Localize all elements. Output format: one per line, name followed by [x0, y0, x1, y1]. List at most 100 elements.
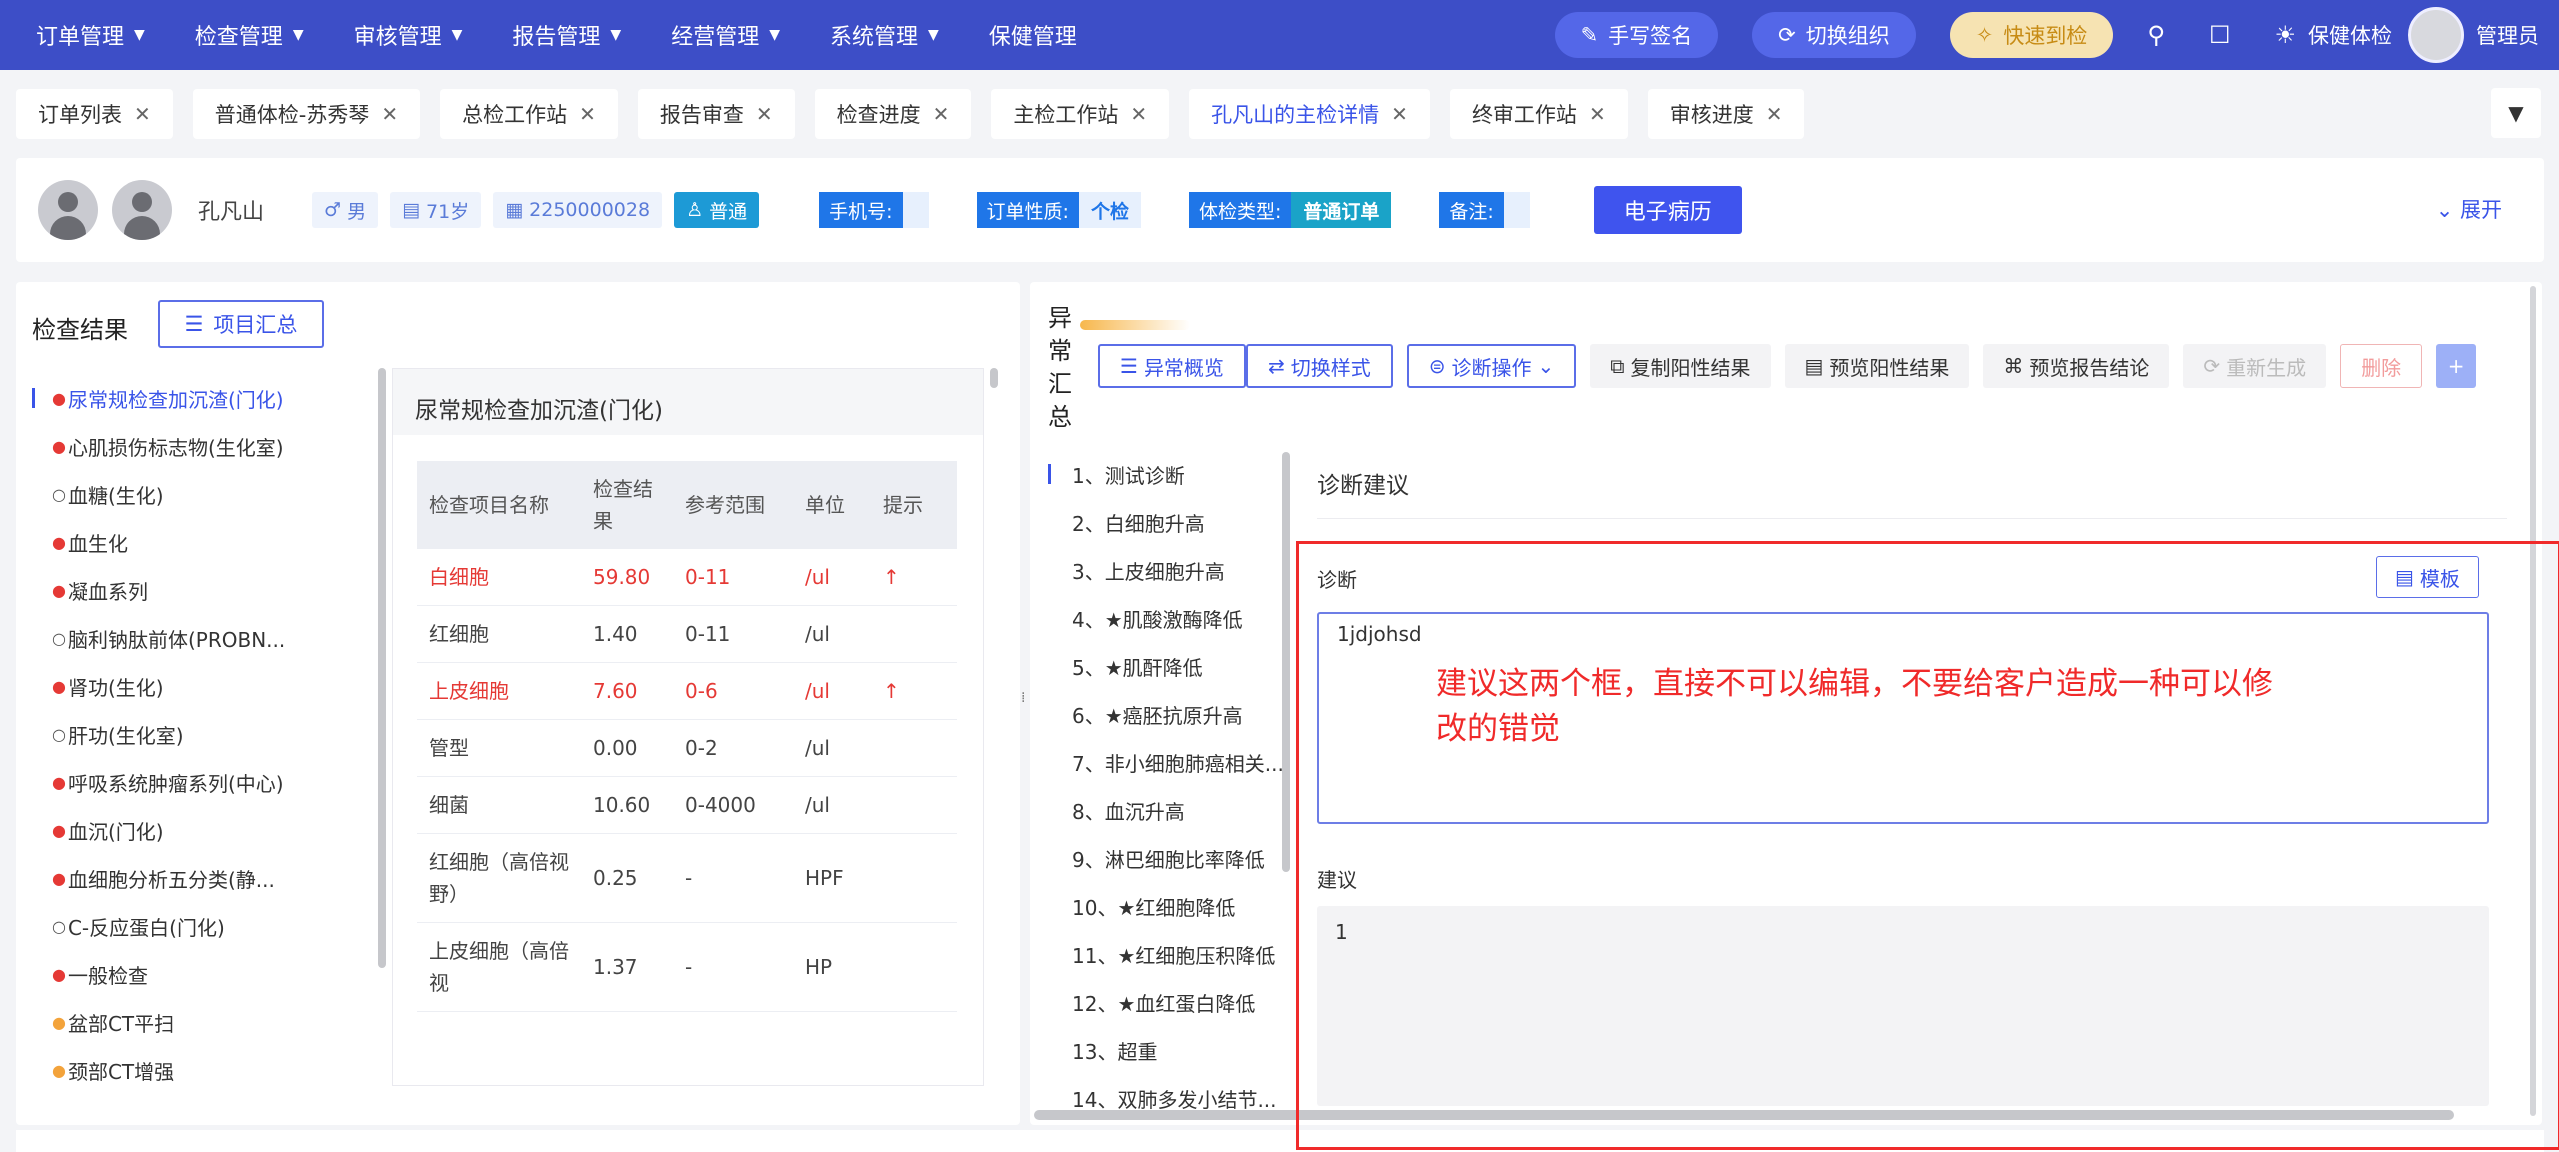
- list-item[interactable]: ● 呼吸系统肿瘤系列(中心): [32, 758, 382, 806]
- menu-exam-management[interactable]: 检查管理 ▼: [195, 19, 304, 51]
- close-icon[interactable]: ✕: [1589, 102, 1606, 126]
- item-result: 7.60: [581, 662, 673, 720]
- close-icon[interactable]: ✕: [1391, 102, 1408, 126]
- list-item[interactable]: ● 心肌损伤标志物(生化室): [32, 422, 382, 470]
- card-scrollbar[interactable]: [990, 368, 998, 388]
- tab-exam-progress[interactable]: 检查进度 ✕: [814, 89, 972, 139]
- preview-positive-button[interactable]: ▤ 预览阳性结果: [1784, 344, 1970, 388]
- list-item[interactable]: ● 盆部CT平扫: [32, 998, 382, 1046]
- lock-icon[interactable]: ☐: [2209, 21, 2231, 49]
- result-table: 检查项目名称 检查结果 参考范围 单位 提示 白细胞 59.80 0-11 /u…: [417, 461, 957, 1012]
- button-label: 异常概览: [1143, 355, 1224, 380]
- tab-order-list[interactable]: 订单列表 ✕: [16, 89, 173, 139]
- close-icon[interactable]: ✕: [756, 102, 773, 126]
- copy-icon: ⧉: [1610, 354, 1625, 378]
- list-item[interactable]: 13、超重: [1048, 1026, 1298, 1074]
- list-item[interactable]: 4、★肌酸激酶降低: [1048, 594, 1298, 642]
- menu-report-management[interactable]: 报告管理 ▼: [512, 19, 621, 51]
- menu-business-management[interactable]: 经营管理 ▼: [671, 19, 780, 51]
- patient-info-bar: 孔凡山 ♂ 男 ▤ 71岁 ▦ 2250000028 ♙ 普通 手机号: 订单性质: 个检…: [16, 158, 2544, 262]
- tabs-more-button[interactable]: ▼: [2491, 88, 2541, 138]
- menu-label: 保健管理: [988, 25, 1077, 50]
- list-item[interactable]: ● 一般检查: [32, 950, 382, 998]
- quick-checkin-button[interactable]: ✧ 快速到检: [1949, 12, 2114, 58]
- close-icon[interactable]: ✕: [579, 102, 596, 126]
- list-item[interactable]: 9、淋巴细胞比率降低: [1048, 834, 1298, 882]
- close-icon[interactable]: ✕: [381, 102, 398, 126]
- avatar[interactable]: [2408, 7, 2464, 63]
- diagnosis-list-scrollbar[interactable]: [1282, 452, 1290, 872]
- menu-system-management[interactable]: 系统管理 ▼: [830, 19, 939, 51]
- list-item[interactable]: ● 凝血系列: [32, 566, 382, 614]
- expand-button[interactable]: ⌄ 展开: [2436, 194, 2502, 224]
- user-name[interactable]: 管理员: [2476, 20, 2539, 50]
- tab-main-detail[interactable]: 孔凡山的主检详情 ✕: [1189, 89, 1430, 139]
- list-item[interactable]: ● 尿常规检查加沉渣(门化): [32, 374, 382, 422]
- table-row: 管型 0.00 0-2 /ul: [417, 719, 957, 777]
- list-item[interactable]: 6、★癌胚抗原升高: [1048, 690, 1298, 738]
- list-item[interactable]: ○ C-反应蛋白(门化): [32, 902, 382, 950]
- item-flag: [871, 605, 957, 663]
- close-icon[interactable]: ✕: [134, 102, 151, 126]
- list-scrollbar[interactable]: [378, 368, 386, 968]
- signature-button[interactable]: ✎ 手写签名: [1554, 12, 1719, 58]
- abnormal-overview-button[interactable]: ☰ 异常概览: [1098, 344, 1246, 388]
- theme-icon[interactable]: ☀: [2274, 21, 2296, 49]
- list-item[interactable]: 11、★红细胞压积降低: [1048, 930, 1298, 978]
- chevron-down-icon: ▼: [610, 27, 622, 43]
- list-item[interactable]: ● 颈部CT增强: [32, 1046, 382, 1094]
- tab-report-review[interactable]: 报告审查 ✕: [637, 89, 795, 139]
- status-dot-icon: ●: [52, 532, 66, 552]
- list-item[interactable]: 1、测试诊断: [1048, 450, 1298, 498]
- list-item[interactable]: 10、★红细胞降低: [1048, 882, 1298, 930]
- item-label: 血细胞分析五分类(静...: [67, 867, 275, 892]
- item-range: 0-2: [673, 719, 793, 777]
- menu-review-management[interactable]: 审核管理 ▼: [354, 19, 463, 51]
- status-dot-icon: ●: [52, 772, 66, 792]
- list-item[interactable]: 2、白细胞升高: [1048, 498, 1298, 546]
- tab-main-workstation[interactable]: 主检工作站 ✕: [991, 89, 1170, 139]
- tab-review-progress[interactable]: 审核进度 ✕: [1647, 89, 1805, 139]
- close-icon[interactable]: ✕: [933, 102, 950, 126]
- list-item[interactable]: ○ 血糖(生化): [32, 470, 382, 518]
- list-item[interactable]: ● 血生化: [32, 518, 382, 566]
- switch-org-button[interactable]: ⟳ 切换组织: [1752, 12, 1916, 58]
- tab-general-workstation[interactable]: 总检工作站 ✕: [440, 89, 618, 139]
- panel-splitter-icon[interactable]: ⁞: [1021, 690, 1025, 706]
- switch-org-label: 切换组织: [1805, 24, 1890, 48]
- close-icon[interactable]: ✕: [1130, 102, 1147, 126]
- delete-button[interactable]: 删除: [2340, 344, 2423, 388]
- list-item[interactable]: 5、★肌酐降低: [1048, 642, 1298, 690]
- preview-conclusion-button[interactable]: ⌘ 预览报告结论: [1983, 344, 2170, 388]
- project-summary-button[interactable]: ☰ 项目汇总: [158, 300, 324, 348]
- level-chip: ♙ 普通: [674, 192, 760, 228]
- menu-label: 订单管理: [36, 25, 125, 50]
- list-item[interactable]: ○ 脑利钠肽前体(PROBN...: [32, 614, 382, 662]
- phone-field: 手机号:: [819, 192, 929, 228]
- table-row: 红细胞 1.40 0-11 /ul: [417, 605, 957, 663]
- menu-order-management[interactable]: 订单管理 ▼: [36, 19, 145, 51]
- menu-health-management[interactable]: 保健管理: [989, 19, 1077, 51]
- switch-style-button[interactable]: ⇄ 切换样式: [1245, 344, 1393, 388]
- list-item[interactable]: ● 血细胞分析五分类(静...: [32, 854, 382, 902]
- search-icon[interactable]: ⚲: [2147, 21, 2165, 49]
- regenerate-button[interactable]: ⟳ 重新生成: [2183, 344, 2327, 388]
- add-button[interactable]: +: [2436, 344, 2477, 388]
- diagnosis-ops-button[interactable]: ⊜ 诊断操作 ⌄: [1406, 344, 1577, 388]
- copy-positive-button[interactable]: ⧉ 复制阳性结果: [1590, 344, 1771, 388]
- close-icon[interactable]: ✕: [1766, 102, 1783, 126]
- chevron-down-icon: ▼: [928, 27, 939, 43]
- tab-final-workstation[interactable]: 终审工作站 ✕: [1449, 89, 1628, 139]
- emr-button[interactable]: 电子病历: [1593, 186, 1742, 234]
- list-item[interactable]: ○ 肝功(生化室): [32, 710, 382, 758]
- tab-normal-exam[interactable]: 普通体检-苏秀琴 ✕: [192, 89, 421, 139]
- phone-label: 手机号:: [819, 192, 903, 228]
- list-item[interactable]: ● 血沉(门化): [32, 806, 382, 854]
- command-icon: ⌘: [2003, 354, 2024, 378]
- list-item[interactable]: 7、非小细胞肺癌相关...: [1048, 738, 1298, 786]
- list-item[interactable]: 12、★血红蛋白降低: [1048, 978, 1298, 1026]
- list-item[interactable]: 8、血沉升高: [1048, 786, 1298, 834]
- list-item[interactable]: ● 肾功(生化): [32, 662, 382, 710]
- menu-label: 审核管理: [353, 25, 442, 50]
- list-item[interactable]: 3、上皮细胞升高: [1048, 546, 1298, 594]
